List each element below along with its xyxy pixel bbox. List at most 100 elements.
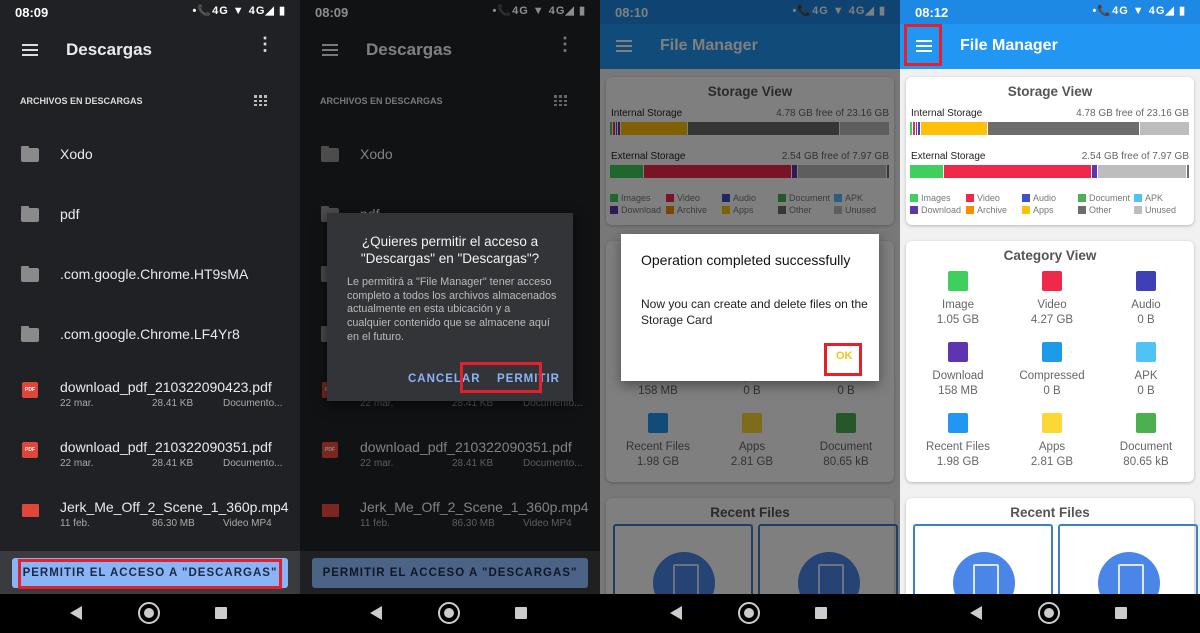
category-size: 158 MB bbox=[938, 385, 978, 397]
app-bar: File Manager bbox=[900, 24, 1200, 69]
status-time: 08:09 bbox=[15, 5, 49, 20]
legend-item: Archive bbox=[966, 205, 1007, 215]
legend-swatch bbox=[910, 206, 918, 214]
recents-button[interactable] bbox=[515, 607, 527, 619]
category-image[interactable]: Image 1.05 GB bbox=[910, 271, 1006, 326]
recents-button[interactable] bbox=[1115, 607, 1127, 619]
folder-icon bbox=[21, 326, 39, 342]
category-document[interactable]: Document 80.65 kB bbox=[1098, 413, 1194, 468]
category-name: Recent Files bbox=[926, 441, 990, 453]
file-name: download_pdf_210322090423.pdf bbox=[60, 379, 272, 395]
app-title: File Manager bbox=[960, 37, 1058, 54]
file-date: 22 mar. bbox=[60, 398, 94, 409]
app-bar: Descargas ⋮ bbox=[0, 24, 300, 76]
category-name: Document bbox=[1119, 441, 1173, 453]
bar-segment-other bbox=[1187, 165, 1190, 178]
folder-name: Xodo bbox=[60, 146, 93, 162]
legend-label: Unused bbox=[1145, 205, 1177, 215]
bar-segment-images bbox=[910, 165, 944, 178]
back-button[interactable] bbox=[70, 606, 82, 620]
status-bar: 08:09 •📞4G ▼ 4G◢ ▮ bbox=[0, 0, 300, 24]
storage-view-card: Storage View Internal Storage 4.78 GB free… bbox=[906, 77, 1194, 225]
legend-label: Archive bbox=[977, 205, 1008, 215]
file-date: 22 mar. bbox=[60, 458, 94, 469]
navigation-bar bbox=[600, 594, 900, 633]
legend-swatch bbox=[1022, 206, 1030, 214]
more-options-icon[interactable]: ⋮ bbox=[256, 35, 274, 53]
legend-label: Images bbox=[921, 193, 951, 203]
highlight-box bbox=[904, 24, 942, 66]
home-button[interactable] bbox=[138, 602, 160, 624]
zip-icon bbox=[1042, 342, 1062, 362]
back-button[interactable] bbox=[370, 606, 382, 620]
menu-icon[interactable] bbox=[22, 44, 38, 56]
file-row[interactable]: PDF download_pdf_210322090423.pdf 22 mar. 2… bbox=[0, 379, 300, 442]
file-size: 28.41 KB bbox=[152, 398, 194, 409]
navigation-bar bbox=[900, 594, 1200, 633]
folder-row[interactable]: .com.google.Chrome.HT9sMA bbox=[0, 266, 300, 329]
section-header: ARCHIVOS EN DESCARGAS bbox=[20, 96, 143, 106]
legend-label: Other bbox=[1089, 205, 1112, 215]
category-compressed[interactable]: Compressed 0 B bbox=[1004, 342, 1100, 397]
navigation-bar bbox=[0, 594, 300, 633]
video-icon bbox=[22, 504, 39, 517]
music-note-icon bbox=[1136, 271, 1156, 291]
bar-segment-apps bbox=[921, 122, 989, 135]
category-name: Image bbox=[942, 299, 974, 311]
legend-swatch bbox=[1078, 206, 1086, 214]
bar-segment-unused bbox=[1097, 165, 1188, 178]
back-button[interactable] bbox=[670, 606, 682, 620]
file-size: 28.41 KB bbox=[152, 458, 194, 469]
pdf-icon: PDF bbox=[22, 442, 38, 458]
legend-label: Video bbox=[977, 193, 1000, 203]
category-audio[interactable]: Audio 0 B bbox=[1098, 271, 1194, 326]
legend-item: Images bbox=[910, 193, 951, 203]
legend-swatch bbox=[1134, 206, 1142, 214]
back-button[interactable] bbox=[970, 606, 982, 620]
highlight-box bbox=[18, 559, 282, 589]
category-download[interactable]: Download 158 MB bbox=[910, 342, 1006, 397]
legend-item: Unused bbox=[1134, 205, 1176, 215]
navigation-bar bbox=[300, 594, 600, 633]
status-icons: •📞4G ▼ 4G◢ ▮ bbox=[192, 5, 286, 17]
category-size: 2.81 GB bbox=[1030, 456, 1074, 468]
file-size: 86.30 MB bbox=[152, 518, 195, 529]
dialog-title: ¿Quieres permitir el acceso a "Descargas… bbox=[360, 234, 540, 266]
highlight-box bbox=[460, 362, 542, 393]
highlight-box bbox=[824, 343, 862, 376]
document-icon bbox=[1136, 413, 1156, 433]
bar-segment-other bbox=[988, 122, 1140, 135]
legend-item: Audio bbox=[1022, 193, 1056, 203]
category-apk[interactable]: APK 0 B bbox=[1098, 342, 1194, 397]
recents-button[interactable] bbox=[215, 607, 227, 619]
folder-name: pdf bbox=[60, 206, 80, 222]
folder-row[interactable]: Xodo bbox=[0, 146, 300, 209]
legend-swatch bbox=[1022, 194, 1030, 202]
storage-value: 4.78 GB free of 23.16 GB bbox=[1076, 108, 1189, 119]
legend-label: Apps bbox=[1033, 205, 1054, 215]
legend-label: Document bbox=[1089, 193, 1131, 203]
bar-segment-video bbox=[943, 165, 1092, 178]
category-name: Download bbox=[932, 370, 984, 382]
folder-name: .com.google.Chrome.LF4Yr8 bbox=[60, 326, 240, 342]
file-row[interactable]: PDF download_pdf_210322090351.pdf 22 mar. 2… bbox=[0, 439, 300, 502]
category-name: Compressed bbox=[1019, 370, 1085, 382]
legend-swatch bbox=[966, 194, 974, 202]
legend-item: Video bbox=[966, 193, 1000, 203]
category-video[interactable]: Video 4.27 GB bbox=[1004, 271, 1100, 326]
category-recent-files[interactable]: Recent Files 1.98 GB bbox=[910, 413, 1006, 468]
home-button[interactable] bbox=[738, 602, 760, 624]
recents-button[interactable] bbox=[815, 607, 827, 619]
file-date: 11 feb. bbox=[60, 518, 90, 529]
category-apps[interactable]: Apps 2.81 GB bbox=[1004, 413, 1100, 468]
status-bar: 08:12 •📞4G ▼ 4G◢ ▮ bbox=[900, 0, 1200, 24]
home-button[interactable] bbox=[438, 602, 460, 624]
panel-panel4: 08:12 •📞4G ▼ 4G◢ ▮ File Manager Storage Vie… bbox=[900, 0, 1200, 633]
legend-label: Download bbox=[921, 205, 962, 215]
category-size: 0 B bbox=[1137, 385, 1155, 397]
folder-icon bbox=[21, 206, 39, 222]
folder-row[interactable]: pdf bbox=[0, 206, 300, 269]
panel-panel2: 08:09 •📞4G ▼ 4G◢ ▮ Descargas ⋮ ARCHIVOS EN D… bbox=[300, 0, 600, 633]
grid-view-icon[interactable] bbox=[254, 95, 267, 106]
home-button[interactable] bbox=[1038, 602, 1060, 624]
